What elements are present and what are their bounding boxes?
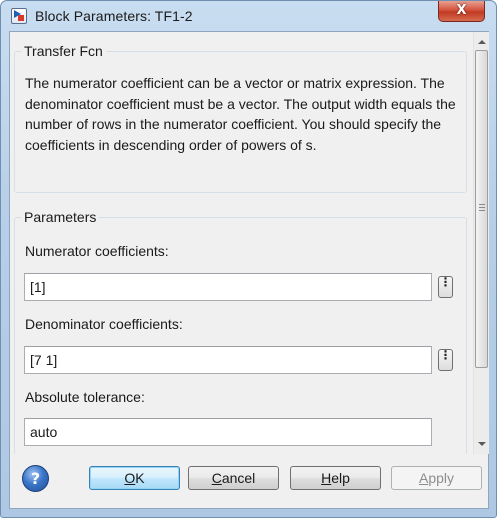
- help-icon[interactable]: ?: [22, 465, 49, 492]
- vertical-ellipsis-icon: ⋮: [439, 348, 452, 362]
- denominator-input[interactable]: [24, 346, 432, 374]
- vertical-ellipsis-icon: ⋮: [439, 275, 452, 289]
- thumb-grip-line: [479, 210, 485, 211]
- cancel-mnemonic: C: [211, 469, 222, 486]
- help-button[interactable]: Help: [290, 466, 381, 490]
- question-mark-glyph: ?: [30, 469, 41, 488]
- tolerance-label: Absolute tolerance:: [25, 389, 145, 405]
- title-bar[interactable]: Block Parameters: TF1-2 X: [1, 1, 496, 31]
- dialog-button-bar: ? OK Cancel Help Apply: [10, 454, 488, 508]
- ok-button[interactable]: OK: [89, 466, 180, 490]
- block-parameters-dialog: Block Parameters: TF1-2 X Transfer Fcn T…: [0, 0, 497, 518]
- apply-mnemonic: A: [418, 469, 429, 486]
- parameters-group-legend: Parameters: [21, 209, 100, 225]
- numerator-input[interactable]: [24, 273, 432, 301]
- scroll-down-icon[interactable]: [478, 442, 486, 446]
- help-mnemonic: H: [321, 469, 332, 486]
- tolerance-input[interactable]: [24, 418, 432, 446]
- description-group-legend: Transfer Fcn: [21, 43, 106, 59]
- ok-mnemonic: O: [124, 469, 136, 486]
- ok-label-rest: K: [135, 469, 145, 486]
- icon-dot-shape: [18, 15, 24, 21]
- dialog-client-area: Transfer Fcn The numerator coefficient c…: [9, 31, 489, 509]
- cancel-label-rest: ancel: [221, 469, 256, 486]
- numerator-more-button[interactable]: ⋮: [438, 276, 453, 298]
- thumb-grip-line: [479, 204, 485, 205]
- cancel-button[interactable]: Cancel: [188, 466, 279, 490]
- scroll-up-icon[interactable]: [478, 40, 486, 44]
- numerator-label: Numerator coefficients:: [25, 243, 169, 259]
- parameters-scroll-area: Transfer Fcn The numerator coefficient c…: [10, 32, 471, 454]
- parameters-group: Parameters Numerator coefficients: ⋮ Den…: [14, 209, 467, 454]
- help-label-rest: elp: [331, 469, 350, 486]
- scrollbar-thumb[interactable]: [475, 50, 488, 368]
- thumb-grip-line: [479, 207, 485, 208]
- description-group: Transfer Fcn The numerator coefficient c…: [14, 43, 467, 193]
- vertical-scrollbar[interactable]: [473, 32, 489, 454]
- simulink-block-icon: [11, 8, 27, 24]
- window-title: Block Parameters: TF1-2: [35, 8, 193, 24]
- denominator-more-button[interactable]: ⋮: [438, 349, 453, 371]
- close-button[interactable]: X: [438, 1, 485, 22]
- apply-button: Apply: [391, 466, 482, 490]
- close-icon: X: [456, 3, 467, 18]
- denominator-label: Denominator coefficients:: [25, 316, 183, 332]
- apply-label-rest: pply: [428, 469, 455, 486]
- block-description: The numerator coefficient can be a vecto…: [25, 75, 456, 153]
